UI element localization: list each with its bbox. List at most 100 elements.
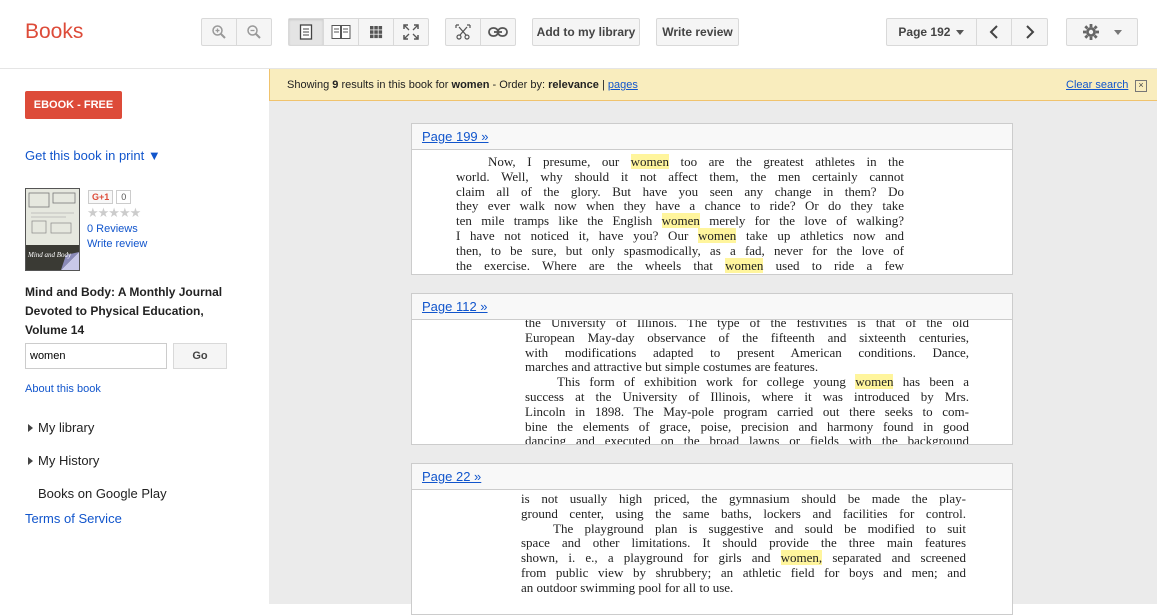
snippet-text: I have not noticed it, have you? Our bbox=[456, 227, 698, 243]
search-in-book-input[interactable] bbox=[25, 343, 167, 369]
zoom-in-button[interactable] bbox=[202, 19, 237, 45]
my-history-item[interactable]: My History bbox=[28, 453, 99, 468]
highlighted-match: women bbox=[725, 257, 764, 273]
snippet-text: take up athletics now and bbox=[736, 227, 904, 243]
single-page-icon bbox=[299, 24, 313, 40]
result-snippet[interactable]: is not usually high priced, the gymnasiu… bbox=[412, 490, 1012, 614]
snippet-line: European May-day observance of the fifte… bbox=[525, 330, 969, 346]
snippet-line: This form of exhibition work for college… bbox=[525, 374, 970, 390]
snippet-text: an outdoor swimming pool for all to use. bbox=[521, 579, 734, 595]
clip-button[interactable] bbox=[446, 19, 481, 45]
two-page-icon bbox=[331, 25, 351, 39]
summary-mid: results in this book for bbox=[341, 79, 449, 91]
search-summary: Showing 9 results in this book for women… bbox=[287, 79, 638, 91]
snippet-text: Lincoln in 1898. The May-pole program ca… bbox=[525, 403, 969, 419]
page-dropdown-label: Page 192 bbox=[898, 25, 951, 39]
snippet-text: too are the greatest athletes in the bbox=[668, 154, 904, 169]
page-dropdown[interactable]: Page 192 bbox=[887, 19, 977, 45]
snippet-line: dancing and executed on the broad lawns … bbox=[525, 433, 969, 444]
order-by-label: - Order by: bbox=[492, 79, 546, 91]
snippet-line: ground center, using the same baths, loc… bbox=[521, 506, 966, 522]
snippet-text: This form of exhibition work for college… bbox=[557, 374, 856, 390]
zoom-in-icon bbox=[212, 25, 226, 39]
write-review-link[interactable]: Write review bbox=[87, 238, 147, 250]
snippet-line: from public view by shrubbery; an athlet… bbox=[521, 565, 966, 581]
snippet-text: used to ride a few bbox=[763, 257, 904, 273]
snippet-text: The playground plan is suggestive and so… bbox=[553, 520, 966, 536]
settings-button[interactable] bbox=[1066, 18, 1138, 46]
snippet-text: ten mile tramps like the English bbox=[456, 213, 662, 229]
ebook-free-button[interactable]: EBOOK - FREE bbox=[25, 91, 122, 119]
summary-showing: Showing bbox=[287, 79, 330, 91]
snippet-line: marches and attractive but simple costum… bbox=[525, 359, 969, 375]
highlighted-match: women bbox=[698, 227, 737, 243]
result-page-link[interactable]: Page 22 » bbox=[422, 469, 481, 484]
about-this-book-link[interactable]: About this book bbox=[25, 383, 101, 395]
close-icon[interactable]: × bbox=[1135, 80, 1147, 92]
books-logo[interactable]: Books bbox=[25, 20, 83, 44]
snippet-text: bine the elements of grace, poise, preci… bbox=[525, 418, 969, 434]
snippet-text: has been a bbox=[893, 374, 970, 390]
get-book-in-print-link[interactable]: Get this book in print ▼ bbox=[25, 148, 161, 163]
clip-link-group bbox=[445, 18, 516, 46]
zoom-out-button[interactable] bbox=[237, 19, 271, 45]
snippet-line: is not usually high priced, the gymnasiu… bbox=[521, 491, 966, 507]
snippet-line: the exercise. Where are the wheels that … bbox=[456, 257, 904, 274]
add-to-library-button[interactable]: Add to my library bbox=[532, 18, 640, 46]
result-snippet[interactable]: Now, I presume, our women too are the gr… bbox=[412, 150, 1012, 274]
next-page-button[interactable] bbox=[1012, 19, 1047, 45]
fullscreen-icon bbox=[403, 24, 419, 40]
chevron-left-icon bbox=[989, 25, 998, 39]
result-page-link[interactable]: Page 112 » bbox=[422, 299, 488, 314]
sidebar: EBOOK - FREE Get this book in print ▼ Mi… bbox=[0, 69, 269, 604]
order-by-pages-link[interactable]: pages bbox=[608, 79, 638, 91]
search-results-panel: Showing 9 results in this book for women… bbox=[269, 69, 1157, 615]
result-page-link[interactable]: Page 199 » bbox=[422, 129, 489, 144]
snippet-line: bine the elements of grace, poise, preci… bbox=[525, 418, 969, 435]
result-header: Page 22 » bbox=[412, 464, 1012, 490]
snippet-line: shown, i. e., a playground for girls and… bbox=[521, 550, 966, 566]
clear-search-link[interactable]: Clear search bbox=[1066, 79, 1128, 91]
snippet-text: the University of Illinois. The type of … bbox=[525, 320, 969, 330]
my-history-label: My History bbox=[38, 453, 100, 468]
write-review-button[interactable]: Write review bbox=[656, 18, 739, 46]
page-nav-group: Page 192 bbox=[886, 18, 1048, 46]
single-page-view-button[interactable] bbox=[289, 19, 324, 45]
thumbnail-view-button[interactable] bbox=[359, 19, 394, 45]
search-query: women bbox=[451, 79, 490, 91]
result-count: 9 bbox=[332, 79, 339, 91]
snippet-line: they ever walk now when they have a chan… bbox=[456, 198, 904, 214]
previous-page-button[interactable] bbox=[977, 19, 1013, 45]
highlighted-match: women bbox=[855, 374, 894, 390]
fullscreen-button[interactable] bbox=[394, 19, 428, 45]
link-button[interactable] bbox=[481, 19, 515, 45]
gplus-button[interactable]: G+1 bbox=[88, 190, 114, 204]
terms-of-service-link[interactable]: Terms of Service bbox=[25, 511, 122, 526]
snippet-line: then, to be sure, but only spasmodically… bbox=[456, 242, 904, 259]
snippet-line: The playground plan is suggestive and so… bbox=[521, 520, 966, 537]
zoom-out-icon bbox=[247, 25, 261, 39]
snippet-lines: the University of Illinois. The type of … bbox=[525, 320, 970, 444]
dropdown-caret-icon bbox=[1114, 29, 1122, 35]
search-result-3: Page 22 » is not usually high priced, th… bbox=[411, 463, 1013, 615]
result-header: Page 199 » bbox=[412, 124, 1012, 150]
books-on-google-play-link[interactable]: Books on Google Play bbox=[38, 486, 167, 501]
highlighted-match: women, bbox=[780, 550, 823, 566]
search-result-2: Page 112 » the University of Illinois. T… bbox=[411, 293, 1013, 445]
search-result-1: Page 199 » Now, I presume, our women too… bbox=[411, 123, 1013, 275]
snippet-text: with modifications adapted to present Am… bbox=[525, 344, 969, 360]
rating-stars[interactable]: ★★★★★ bbox=[87, 205, 141, 221]
my-library-item[interactable]: My library bbox=[28, 420, 94, 435]
snippet-lines: is not usually high priced, the gymnasiu… bbox=[521, 491, 966, 596]
go-button[interactable]: Go bbox=[173, 343, 227, 369]
snippet-text: marches and attractive but simple costum… bbox=[525, 359, 819, 375]
dropdown-caret-icon bbox=[956, 29, 965, 35]
reviews-link[interactable]: 0 Reviews bbox=[87, 223, 138, 235]
snippet-line: Now, I presume, our women too are the gr… bbox=[456, 154, 904, 170]
order-relevance: relevance bbox=[548, 79, 599, 91]
order-separator: | bbox=[601, 79, 605, 91]
snippet-text: then, to be sure, but only spasmodically… bbox=[456, 242, 904, 258]
search-notice-bar: Showing 9 results in this book for women… bbox=[269, 69, 1157, 101]
result-snippet[interactable]: the University of Illinois. The type of … bbox=[412, 320, 1012, 444]
two-page-view-button[interactable] bbox=[324, 19, 359, 45]
